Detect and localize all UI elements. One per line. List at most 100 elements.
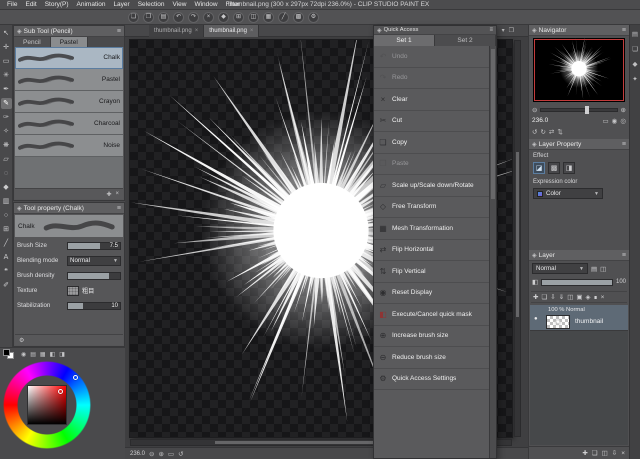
subtool-charcoal[interactable]: Charcoal bbox=[15, 113, 123, 135]
undo-icon[interactable]: ↶ bbox=[173, 12, 184, 23]
footer-mask-icon[interactable]: ◫ bbox=[602, 449, 608, 457]
color-set-tab-icon[interactable]: ▦ bbox=[40, 351, 46, 358]
figure-tool[interactable]: ○ bbox=[1, 210, 12, 221]
footer-new-folder-icon[interactable]: ❏ bbox=[592, 449, 598, 457]
menu-item[interactable]: Selection bbox=[134, 1, 169, 8]
qa-tab-set2[interactable]: Set 2 bbox=[435, 35, 496, 46]
hue-marker[interactable] bbox=[73, 375, 78, 380]
footer-delete-icon[interactable]: × bbox=[621, 450, 625, 457]
eraser-tool[interactable]: ▱ bbox=[1, 154, 12, 165]
airbrush-tool[interactable]: ✧ bbox=[1, 126, 12, 137]
material-monochromatic-tab-icon[interactable]: ❏ bbox=[632, 45, 638, 53]
opacity-slider[interactable] bbox=[541, 279, 613, 286]
subtool-noise[interactable]: Noise bbox=[15, 135, 123, 157]
move-tool[interactable]: ✛ bbox=[1, 42, 12, 53]
open-file-icon[interactable]: ❐ bbox=[143, 12, 154, 23]
qa-mesh-transformation[interactable]: ▦ Mesh Transformation bbox=[374, 218, 489, 240]
quick-access-scrollbar[interactable] bbox=[489, 46, 496, 458]
status-zoom-out-icon[interactable]: ⊖ bbox=[149, 450, 154, 458]
color-wheel-tab-icon[interactable]: ◉ bbox=[21, 351, 26, 358]
pen-tool[interactable]: ✒ bbox=[1, 84, 12, 95]
auto-select-tool[interactable]: ✳ bbox=[1, 70, 12, 81]
decoration-tool[interactable]: ❋ bbox=[1, 140, 12, 151]
snap-ruler-icon[interactable]: ╱ bbox=[278, 12, 289, 23]
panel-menu-icon[interactable]: ≡ bbox=[622, 252, 626, 259]
qa-settings[interactable]: ⚙ Quick Access Settings bbox=[374, 369, 489, 391]
blend-mode-dropdown[interactable]: Normal ▼ bbox=[532, 263, 588, 274]
qa-increase-brush[interactable]: ⊕ Increase brush size bbox=[374, 326, 489, 348]
blend-tool[interactable]: ◌ bbox=[1, 168, 12, 179]
panel-menu-icon[interactable]: ≡ bbox=[622, 27, 626, 34]
selection-border-icon[interactable]: ▦ bbox=[263, 12, 274, 23]
fit-to-screen-icon[interactable]: ▭ bbox=[603, 117, 609, 125]
panel-menu-icon[interactable]: ≡ bbox=[489, 27, 493, 33]
new-file-icon[interactable]: ❏ bbox=[128, 12, 139, 23]
panel-menu-icon[interactable]: ≡ bbox=[117, 205, 121, 212]
text-tool[interactable]: A bbox=[1, 252, 12, 263]
qa-reset-display[interactable]: ◉ Reset Display bbox=[374, 283, 489, 305]
layer-thumbnail[interactable] bbox=[546, 315, 570, 329]
color-slider-tab-icon[interactable]: ▤ bbox=[30, 351, 36, 358]
invert-selection-icon[interactable]: ◫ bbox=[248, 12, 259, 23]
menu-item[interactable]: Window bbox=[190, 1, 221, 8]
fill-icon[interactable]: ◆ bbox=[218, 12, 229, 23]
qa-reduce-brush[interactable]: ⊖ Reduce brush size bbox=[374, 347, 489, 369]
menu-item[interactable]: Layer bbox=[109, 1, 133, 8]
material-color-pattern-tab-icon[interactable]: ▤ bbox=[632, 30, 638, 38]
status-zoom-in-icon[interactable]: ⊕ bbox=[158, 450, 163, 458]
flip-horizontal-preview-icon[interactable]: ⇄ bbox=[549, 128, 554, 136]
subtool-pastel[interactable]: Pastel bbox=[15, 69, 123, 91]
operation-tool[interactable]: ↖ bbox=[1, 28, 12, 39]
navigator-view-frame[interactable] bbox=[534, 39, 624, 101]
subtool-group-pastel[interactable]: Pastel bbox=[51, 37, 88, 47]
color-marker[interactable] bbox=[58, 389, 63, 394]
material-image-tab-icon[interactable]: ✦ bbox=[632, 75, 637, 83]
gradient-tool[interactable]: ▥ bbox=[1, 196, 12, 207]
add-subtool-icon[interactable]: ✚ bbox=[106, 191, 111, 198]
zoom-out-icon[interactable]: ⊖ bbox=[532, 106, 537, 114]
delete-layer-icon[interactable]: × bbox=[601, 294, 605, 301]
qa-paste[interactable]: ❐ Paste bbox=[374, 154, 489, 176]
status-reset-rotation-icon[interactable]: ↺ bbox=[178, 450, 183, 458]
qa-flip-vertical[interactable]: ⇅ Flip Vertical bbox=[374, 261, 489, 283]
actual-size-icon[interactable]: ◉ bbox=[612, 117, 618, 125]
balloon-tool[interactable]: ❝ bbox=[1, 266, 12, 277]
qa-flip-horizontal[interactable]: ⇄ Flip Horizontal bbox=[374, 240, 489, 262]
rotate-left-icon[interactable]: ↺ bbox=[532, 128, 537, 136]
qa-free-transform[interactable]: ◇ Free Transform bbox=[374, 197, 489, 219]
qa-cut[interactable]: ✂ Cut bbox=[374, 111, 489, 133]
new-folder-icon[interactable]: ❏ bbox=[541, 293, 547, 301]
menu-item[interactable]: Story(P) bbox=[41, 1, 73, 8]
footer-merge-icon[interactable]: ⇩ bbox=[612, 449, 617, 457]
canvas-tab-1[interactable]: thumbnail.png × bbox=[149, 25, 204, 37]
rotate-right-icon[interactable]: ↻ bbox=[540, 128, 545, 136]
pencil-tool[interactable]: ✎ bbox=[1, 98, 12, 109]
navigator-preview[interactable] bbox=[533, 38, 625, 102]
intermediate-color-tab-icon[interactable]: ◧ bbox=[50, 351, 56, 358]
apply-mask-icon[interactable]: ▣ bbox=[576, 293, 582, 301]
create-mask-icon[interactable]: ◫ bbox=[567, 293, 573, 301]
saturation-value-square[interactable] bbox=[27, 385, 67, 425]
qa-tab-set1[interactable]: Set 1 bbox=[374, 35, 435, 46]
eyedropper-tool[interactable]: ✐ bbox=[1, 280, 12, 291]
footer-new-layer-icon[interactable]: ✚ bbox=[582, 449, 587, 457]
lock-layer-icon[interactable]: ∎ bbox=[594, 293, 598, 301]
scrollbar-thumb[interactable] bbox=[491, 49, 495, 199]
save-icon[interactable]: ▤ bbox=[158, 12, 169, 23]
float-canvas-icon[interactable]: ❐ bbox=[509, 27, 514, 34]
subtool-group-pencil[interactable]: Pencil bbox=[14, 37, 51, 47]
zoom-slider[interactable] bbox=[540, 108, 617, 112]
redo-icon[interactable]: ↷ bbox=[188, 12, 199, 23]
merge-down-icon[interactable]: ⇓ bbox=[559, 293, 564, 301]
zoom-in-icon[interactable]: ⊕ bbox=[621, 106, 626, 114]
flip-vertical-preview-icon[interactable]: ⇅ bbox=[557, 128, 562, 136]
menu-item[interactable]: File bbox=[3, 1, 21, 8]
texture-thumbnail[interactable] bbox=[67, 286, 79, 296]
delete-icon[interactable]: × bbox=[203, 12, 214, 23]
marquee-tool[interactable]: ▭ bbox=[1, 56, 12, 67]
brush-tool[interactable]: ✑ bbox=[1, 112, 12, 123]
new-raster-layer-icon[interactable]: ✚ bbox=[533, 293, 538, 301]
layer-color-effect-icon[interactable]: ◨ bbox=[563, 162, 575, 174]
material-manga-tab-icon[interactable]: ◆ bbox=[633, 60, 638, 68]
subtool-crayon[interactable]: Crayon bbox=[15, 91, 123, 113]
